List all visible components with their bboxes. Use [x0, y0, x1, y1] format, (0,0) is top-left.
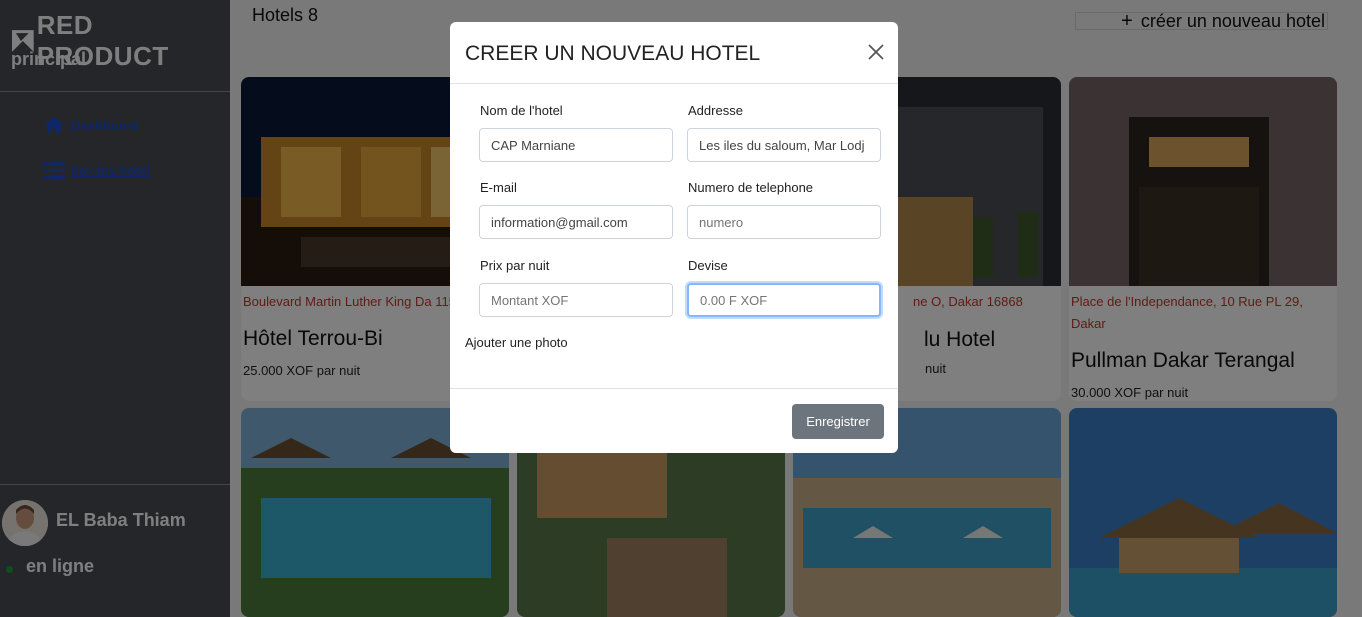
- name-label: Nom de l'hotel: [480, 103, 563, 118]
- address-input[interactable]: [687, 128, 881, 162]
- currency-label: Devise: [688, 258, 728, 273]
- currency-input[interactable]: [687, 283, 881, 317]
- create-hotel-modal: CREER UN NOUVEAU HOTEL Nom de l'hotel Ad…: [450, 22, 898, 453]
- phone-label: Numero de telephone: [688, 180, 814, 195]
- price-input[interactable]: [479, 283, 673, 317]
- modal-header: CREER UN NOUVEAU HOTEL: [450, 22, 898, 84]
- price-label: Prix par nuit: [480, 258, 550, 273]
- email-label: E-mail: [480, 180, 517, 195]
- save-button[interactable]: Enregistrer: [792, 404, 884, 439]
- phone-input[interactable]: [687, 205, 881, 239]
- modal-footer: [450, 388, 898, 389]
- email-input[interactable]: [479, 205, 673, 239]
- add-photo-label[interactable]: Ajouter une photo: [465, 335, 568, 350]
- address-label: Addresse: [688, 103, 743, 118]
- close-icon[interactable]: [866, 42, 886, 62]
- hotel-name-input[interactable]: [479, 128, 673, 162]
- modal-title: CREER UN NOUVEAU HOTEL: [465, 42, 761, 65]
